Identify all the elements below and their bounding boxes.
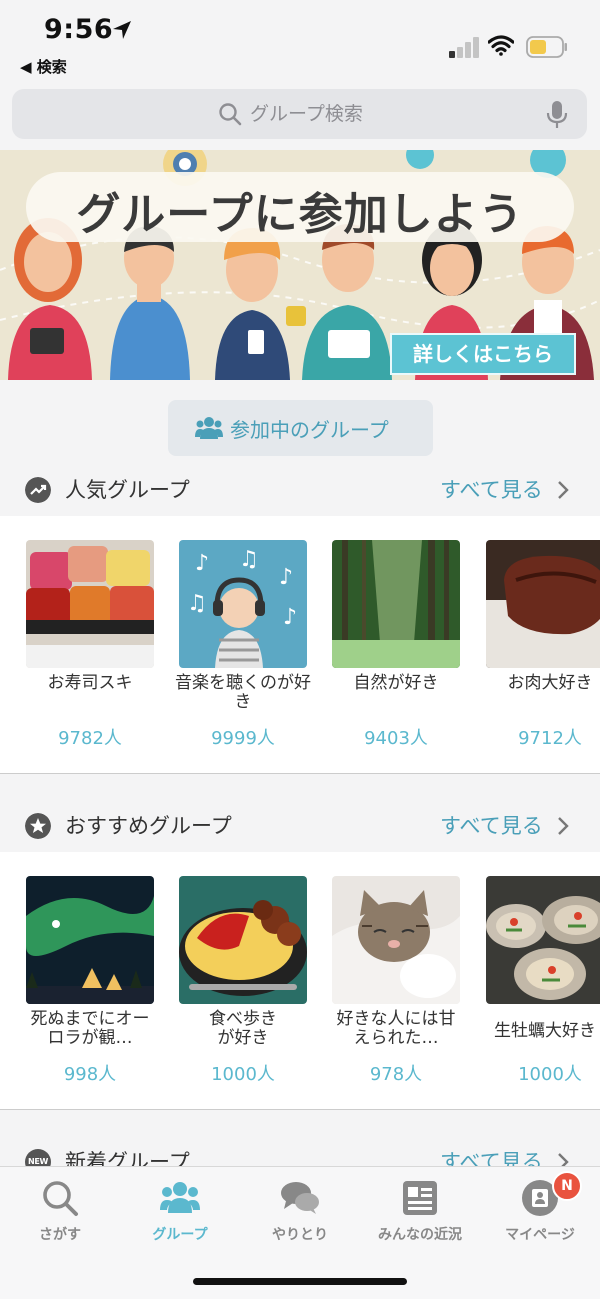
star-icon	[25, 813, 51, 839]
recommended-section-header: おすすめグループ すべて見る	[0, 794, 600, 858]
popular-groups-row: お寿司スキ 9782人 ♪ ♫ ♪ ♫ ♪ 音楽を聴くのが好き 9999人 自然…	[0, 516, 600, 774]
chat-icon	[281, 1182, 319, 1214]
group-name: 好きな人には甘えられた…	[336, 1009, 456, 1048]
tab-mypage[interactable]: マイページ	[480, 1167, 600, 1257]
group-thumbnail-nature[interactable]	[332, 540, 460, 668]
recommended-see-all-link[interactable]: すべて見る	[440, 810, 543, 840]
popular-section-title: 人気グループ	[65, 478, 190, 502]
svg-text:♪: ♪	[283, 605, 297, 630]
group-member-count: 1000人	[518, 1064, 582, 1085]
svg-text:♫: ♫	[239, 547, 259, 572]
group-member-count: 9782人	[58, 728, 122, 749]
battery-icon	[526, 36, 567, 58]
group-thumbnail-oysters[interactable]	[486, 876, 600, 1004]
tab-label: グループ	[152, 1227, 208, 1243]
tab-label: みんなの近況	[378, 1227, 462, 1243]
status-time: 9:56	[44, 14, 114, 45]
recommended-groups-row: 死ぬまでにオーロラが観… 998人 食べ歩きが好き 1000人 好きな人には甘え…	[0, 852, 600, 1110]
group-thumbnail-aurora[interactable]	[26, 876, 154, 1004]
group-member-count: 9712人	[518, 728, 582, 749]
banner-details-button[interactable]: 詳しくはこちら	[390, 333, 576, 375]
group-name: 死ぬまでにオーロラが観…	[30, 1009, 150, 1048]
tab-label: マイページ	[505, 1227, 575, 1243]
join-group-banner[interactable]: グループに参加しよう 詳しくはこちら	[0, 150, 600, 380]
group-name: 自然が好き	[353, 673, 439, 693]
popular-see-all-link[interactable]: すべて見る	[440, 474, 543, 504]
group-member-count: 1000人	[211, 1064, 275, 1085]
trending-up-icon	[25, 477, 51, 503]
svg-text:♪: ♪	[195, 551, 209, 576]
home-indicator[interactable]	[193, 1278, 407, 1285]
news-icon	[403, 1181, 437, 1215]
notification-badge: N	[552, 1171, 582, 1201]
tab-label: さがす	[39, 1227, 81, 1243]
tab-label: やりとり	[272, 1227, 328, 1243]
group-member-count: 978人	[369, 1064, 423, 1085]
tab-messages[interactable]: やりとり	[240, 1167, 360, 1257]
chevron-right-icon[interactable]	[556, 480, 570, 500]
group-name: 食べ歩きが好き	[209, 1009, 277, 1048]
tab-news[interactable]: みんなの近況	[360, 1167, 480, 1257]
group-name: 生牡蠣大好き	[494, 1021, 596, 1041]
chevron-right-icon[interactable]	[556, 816, 570, 836]
group-member-count: 998人	[63, 1064, 117, 1085]
group-name: お肉大好き	[507, 673, 593, 693]
group-thumbnail-omurice[interactable]	[179, 876, 307, 1004]
popular-section-header: 人気グループ すべて見る	[0, 458, 600, 522]
recommended-section-title: おすすめグループ	[65, 814, 232, 838]
tab-search[interactable]: さがす	[0, 1167, 120, 1257]
group-name: 音楽を聴くのが好き	[175, 673, 311, 712]
joined-groups-button[interactable]: 参加中のグループ	[168, 400, 433, 456]
banner-title: グループに参加しよう	[76, 189, 524, 240]
search-icon	[219, 103, 242, 126]
svg-text:♫: ♫	[187, 591, 207, 616]
group-thumbnail-kitten[interactable]	[332, 876, 460, 1004]
group-member-count: 9403人	[364, 728, 428, 749]
cellular-signal-icon	[449, 36, 481, 58]
tab-groups[interactable]: グループ	[120, 1167, 240, 1257]
group-member-count: 9999人	[211, 728, 275, 749]
svg-text:♪: ♪	[279, 565, 293, 590]
group-search-bar[interactable]	[12, 89, 587, 139]
status-bar: 9:56 ◀ 検索	[0, 0, 600, 84]
group-name: お寿司スキ	[47, 673, 133, 693]
group-thumbnail-sushi[interactable]	[26, 540, 154, 668]
group-icon	[160, 1182, 200, 1213]
location-arrow-icon	[113, 21, 131, 39]
search-icon	[43, 1181, 78, 1216]
microphone-icon[interactable]	[546, 100, 568, 130]
joined-groups-label: 参加中のグループ	[230, 418, 389, 442]
group-search-input[interactable]	[250, 99, 510, 129]
group-icon	[195, 417, 223, 439]
wifi-icon	[488, 35, 514, 56]
group-thumbnail-music[interactable]: ♪ ♫ ♪ ♫ ♪	[179, 540, 307, 668]
group-thumbnail-meat[interactable]	[486, 540, 600, 668]
back-to-search-link[interactable]: ◀ 検索	[20, 56, 67, 77]
